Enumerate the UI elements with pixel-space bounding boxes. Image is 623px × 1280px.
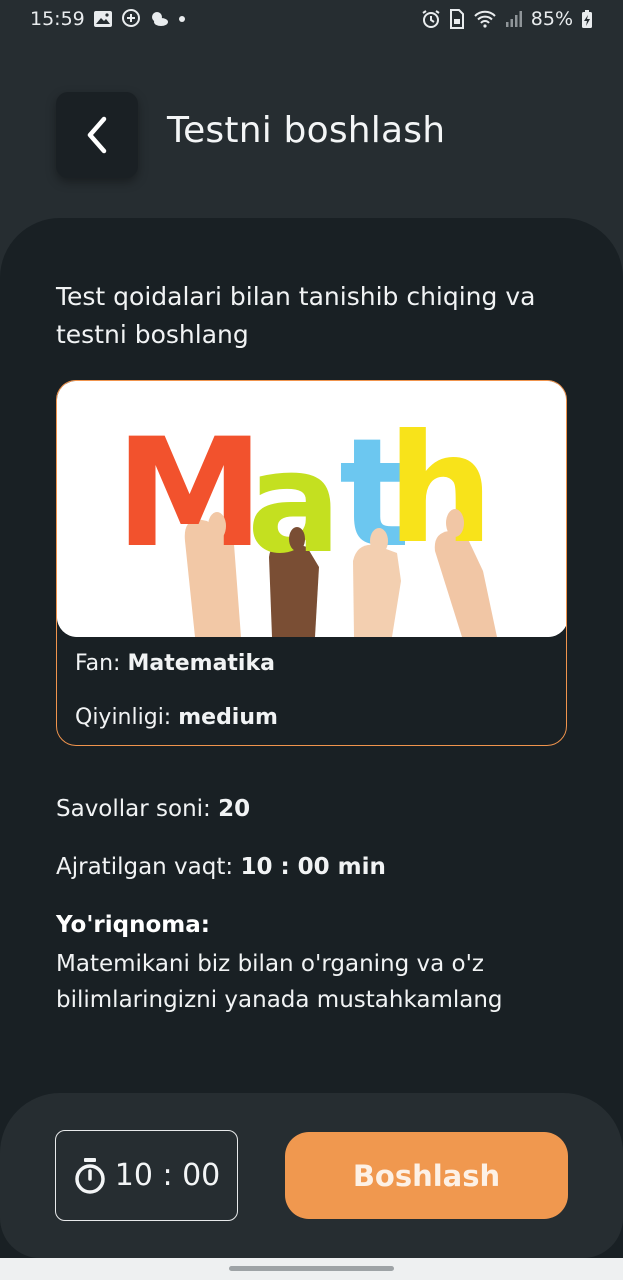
time-value: 10 : 00 min	[240, 854, 386, 880]
guide-text: Matemikani biz bilan o'rganing va o'z bi…	[56, 951, 503, 1013]
stopwatch-icon	[74, 1157, 105, 1194]
subject-value: Matematika	[127, 651, 275, 676]
time-label: Ajratilgan vaqt:	[56, 854, 241, 880]
guide-title: Yo'riqnoma:	[56, 912, 210, 938]
back-button[interactable]	[56, 92, 138, 178]
gallery-icon	[93, 10, 113, 28]
questions-label: Savollar soni:	[56, 796, 219, 822]
subject-label: Fan:	[75, 651, 128, 676]
dot-icon	[177, 14, 187, 24]
status-bar: 15:59 85%	[0, 0, 623, 38]
chat-add-icon	[121, 9, 141, 29]
wifi-icon	[473, 10, 497, 28]
letter-m: M	[115, 407, 264, 581]
status-right: 85%	[421, 8, 593, 30]
timer-box: 10 : 00	[55, 1130, 238, 1221]
difficulty-row: Qiyinligi: medium	[75, 705, 278, 730]
navigation-bar	[0, 1258, 623, 1280]
test-image: M a t h	[57, 381, 566, 637]
battery-percent: 85%	[530, 8, 573, 30]
bottom-bar: 10 : 00 Boshlash	[0, 1093, 623, 1258]
signal-icon	[505, 10, 523, 28]
questions-row: Savollar soni: 20	[56, 796, 250, 822]
header: Testni boshlash	[0, 92, 623, 178]
status-left: 15:59	[30, 8, 187, 30]
home-handle[interactable]	[229, 1266, 394, 1271]
math-hands-illustration: M a t h	[57, 381, 566, 637]
time-row: Ajratilgan vaqt: 10 : 00 min	[56, 854, 386, 880]
status-time: 15:59	[30, 8, 85, 30]
test-card: M a t h Fan: Matematika Qiyinligi: mediu…	[56, 380, 567, 746]
intro-text: Test qoidalari bilan tanishib chiqing va…	[56, 282, 536, 349]
battery-charging-icon	[581, 9, 593, 29]
questions-value: 20	[218, 796, 251, 822]
difficulty-label: Qiyinligi:	[75, 705, 179, 730]
start-button[interactable]: Boshlash	[285, 1132, 568, 1219]
subject-row: Fan: Matematika	[75, 651, 275, 676]
letter-a: a	[247, 422, 341, 585]
chevron-left-icon	[87, 116, 107, 154]
letter-h: h	[387, 403, 494, 577]
alarm-icon	[421, 9, 441, 29]
page-title: Testni boshlash	[167, 110, 446, 151]
sim-lock-icon	[449, 9, 465, 29]
difficulty-value: medium	[178, 705, 278, 730]
weather-icon	[149, 10, 169, 28]
timer-text: 10 : 00	[114, 1158, 221, 1193]
